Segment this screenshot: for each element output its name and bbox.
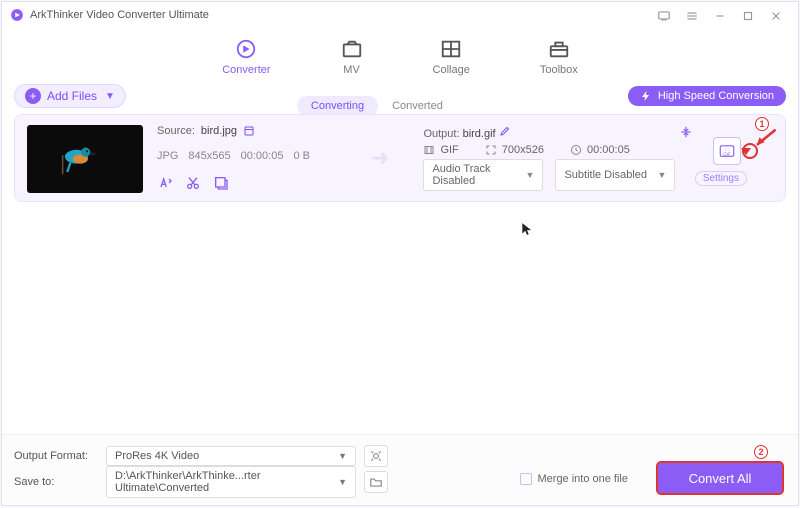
- bird-image: [55, 139, 101, 179]
- svg-text:GIF: GIF: [723, 152, 731, 157]
- src-size: 0 B: [293, 150, 310, 162]
- convert-all-button[interactable]: Convert All: [656, 461, 784, 495]
- checkbox-icon: [520, 473, 532, 485]
- save-to-select[interactable]: D:\ArkThinker\ArkThinke...rter Ultimate\…: [106, 466, 356, 498]
- menu-icon[interactable]: [678, 7, 706, 23]
- format-dropdown-button[interactable]: [737, 137, 755, 165]
- content-area: Source: bird.jpg JPG 845x565 00:00:05 0 …: [2, 114, 798, 434]
- out-dur: 00:00:05: [587, 144, 630, 156]
- main-tabs: Converter MV Collage Toolbox: [2, 28, 798, 78]
- open-folder-button[interactable]: [364, 471, 388, 493]
- feedback-icon[interactable]: [650, 7, 678, 23]
- save-to-value: D:\ArkThinker\ArkThinke...rter Ultimate\…: [115, 470, 338, 494]
- title-bar: ArkThinker Video Converter Ultimate: [2, 2, 798, 28]
- folder-icon: [369, 475, 383, 489]
- source-label: Source:: [157, 125, 195, 137]
- compress-icon[interactable]: [679, 125, 693, 142]
- maximize-button[interactable]: [734, 7, 762, 23]
- convert-label: Convert All: [689, 471, 752, 486]
- apply-all-button[interactable]: [364, 445, 388, 467]
- tab-toolbox[interactable]: Toolbox: [540, 38, 578, 76]
- lightning-icon: [640, 90, 652, 102]
- add-files-button[interactable]: + Add Files ▼: [14, 84, 126, 108]
- merge-label: Merge into one file: [538, 473, 629, 485]
- output-specs: GIF 700x526 00:00:05: [423, 144, 683, 156]
- gif-format-icon: ⬚GIF: [718, 142, 736, 160]
- source-meta: JPG 845x565 00:00:05 0 B: [157, 150, 357, 162]
- subtitle-value: Subtitle Disabled: [564, 169, 647, 181]
- arrow-icon: ➜: [371, 145, 389, 171]
- tab-collage[interactable]: Collage: [433, 38, 470, 76]
- toolbar: + Add Files ▼ Converting Converted High …: [2, 78, 798, 114]
- minimize-button[interactable]: [706, 7, 734, 23]
- clock-icon: [570, 144, 582, 156]
- output-format-value: ProRes 4K Video: [115, 450, 199, 462]
- output-format-label: Output Format:: [14, 450, 98, 462]
- app-title: ArkThinker Video Converter Ultimate: [30, 9, 209, 21]
- edit-source-icon[interactable]: [243, 125, 255, 137]
- tab-label: MV: [343, 64, 360, 76]
- seg-converted[interactable]: Converted: [378, 96, 457, 116]
- svg-text:⬚: ⬚: [725, 147, 729, 151]
- app-logo-icon: [10, 8, 24, 22]
- save-to-label: Save to:: [14, 476, 98, 488]
- crop-icon[interactable]: [157, 175, 173, 191]
- seg-converting[interactable]: Converting: [297, 96, 378, 116]
- annotation-badge-1: 1: [755, 117, 769, 131]
- subtitle-select[interactable]: Subtitle Disabled ▼: [555, 159, 675, 191]
- audio-track-select[interactable]: Audio Track Disabled ▼: [423, 159, 543, 191]
- apply-icon: [369, 449, 383, 463]
- tab-label: Toolbox: [540, 64, 578, 76]
- merge-checkbox[interactable]: Merge into one file: [520, 473, 629, 485]
- chevron-down-icon: ▼: [526, 170, 535, 180]
- settings-link[interactable]: Settings: [695, 171, 747, 186]
- footer: Output Format: ProRes 4K Video ▼ Save to…: [2, 434, 798, 505]
- edit-output-icon[interactable]: [499, 125, 511, 137]
- toolbox-icon: [548, 38, 570, 60]
- src-format: JPG: [157, 150, 178, 162]
- high-speed-button[interactable]: High Speed Conversion: [628, 86, 786, 106]
- source-col: Source: bird.jpg JPG 845x565 00:00:05 0 …: [157, 125, 357, 191]
- cursor-icon: [520, 220, 534, 238]
- src-dur: 00:00:05: [241, 150, 284, 162]
- out-res: 700x526: [502, 144, 544, 156]
- expand-icon: [485, 144, 497, 156]
- output-label: Output:: [423, 128, 459, 140]
- tab-converter[interactable]: Converter: [222, 38, 270, 76]
- chevron-down-icon: ▼: [338, 451, 347, 461]
- chevron-down-icon: ▼: [658, 170, 667, 180]
- output-filename: bird.gif: [463, 128, 496, 140]
- film-icon: [423, 144, 435, 156]
- audio-track-value: Audio Track Disabled: [432, 163, 525, 187]
- add-files-label: Add Files: [47, 89, 97, 103]
- plus-icon: +: [25, 88, 41, 104]
- source-filename: bird.jpg: [201, 125, 237, 137]
- edit-tools: [157, 175, 357, 191]
- output-col: Output: bird.gif GIF 700x526 00:00:05 Au…: [423, 125, 683, 191]
- file-card: Source: bird.jpg JPG 845x565 00:00:05 0 …: [14, 114, 786, 202]
- out-format: GIF: [440, 144, 458, 156]
- tab-mv[interactable]: MV: [341, 38, 363, 76]
- chevron-down-icon[interactable]: ▼: [105, 91, 115, 102]
- converter-icon: [235, 38, 257, 60]
- output-format-select[interactable]: ProRes 4K Video ▼: [106, 446, 356, 466]
- chevron-down-icon: [741, 148, 751, 155]
- thumbnail[interactable]: [27, 125, 143, 193]
- mv-icon: [341, 38, 363, 60]
- cut-icon[interactable]: [185, 175, 201, 191]
- high-speed-label: High Speed Conversion: [658, 90, 774, 102]
- tab-label: Converter: [222, 64, 270, 76]
- status-segment: Converting Converted: [297, 96, 457, 116]
- enhance-icon[interactable]: [213, 175, 229, 191]
- src-res: 845x565: [188, 150, 230, 162]
- tab-label: Collage: [433, 64, 470, 76]
- collage-icon: [440, 38, 462, 60]
- close-button[interactable]: [762, 7, 790, 23]
- chevron-down-icon: ▼: [338, 477, 347, 487]
